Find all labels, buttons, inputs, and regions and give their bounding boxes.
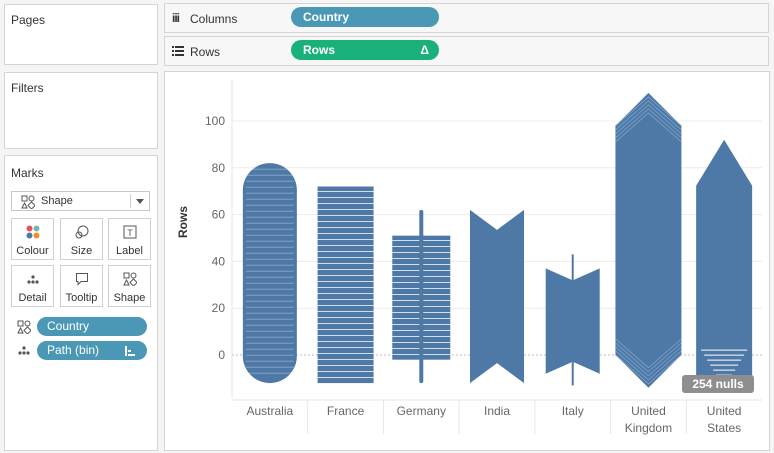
mark-type-dropdown[interactable]: Shape [11,191,150,211]
size-button[interactable]: Size [60,218,103,260]
detail-encoding-icon [18,346,30,355]
shape-icon [109,272,150,286]
delta-icon: Δ [420,43,429,57]
columns-shelf[interactable]: iii Columns Country [164,3,769,33]
columns-label: Columns [190,12,238,26]
rows-measure-pill-label: Rows [303,43,336,57]
country-column-pill-label: Country [303,10,349,24]
chevron-down-icon [136,199,144,204]
country-column-pill[interactable]: Country [291,7,439,27]
label-label: Label [116,245,143,257]
null-indicator-label: 254 nulls [692,377,744,391]
country-field-pill[interactable]: Country [37,317,147,336]
path-bin-field-label: Path (bin) [47,343,100,357]
tooltip-button[interactable]: Tooltip [60,265,103,307]
label-icon: T [109,225,150,239]
columns-icon: iii [172,11,180,25]
y-axis-title: Rows [176,205,190,238]
path-bin-field-pill[interactable]: Path (bin) [37,341,147,360]
filters-title: Filters [11,81,44,95]
shape-button[interactable]: Shape [108,265,151,307]
colour-button[interactable]: Colour [11,218,54,260]
rows-measure-pill[interactable]: Rows Δ [291,40,439,60]
detail-label: Detail [18,292,47,304]
size-label: Size [70,245,93,257]
size-icon [61,225,102,239]
tooltip-icon [61,272,102,286]
label-button[interactable]: T Label [108,218,151,260]
country-field-label: Country [47,319,90,333]
shape-label: Shape [113,292,146,304]
shape-type-icon [21,195,35,209]
shape-encoding-icon [17,320,31,334]
pages-card[interactable]: Pages [4,4,158,65]
detail-icon [12,272,53,286]
sort-icon [125,346,135,356]
svg-text:T: T [127,228,133,238]
pages-title: Pages [11,13,46,27]
colour-label: Colour [16,245,49,257]
rows-label: Rows [190,45,221,59]
mark-type-label: Shape [41,195,73,207]
dropdown-divider [130,194,131,208]
null-indicator[interactable]: 254 nulls [682,375,754,393]
filters-card[interactable]: Filters [4,72,158,149]
marks-title: Marks [11,166,44,180]
colour-icon [12,225,53,239]
rows-shelf[interactable]: Rows Rows Δ [164,36,769,66]
tooltip-label: Tooltip [65,292,98,304]
rows-icon [172,46,184,56]
detail-button[interactable]: Detail [11,265,54,307]
chart-pane [164,71,770,451]
